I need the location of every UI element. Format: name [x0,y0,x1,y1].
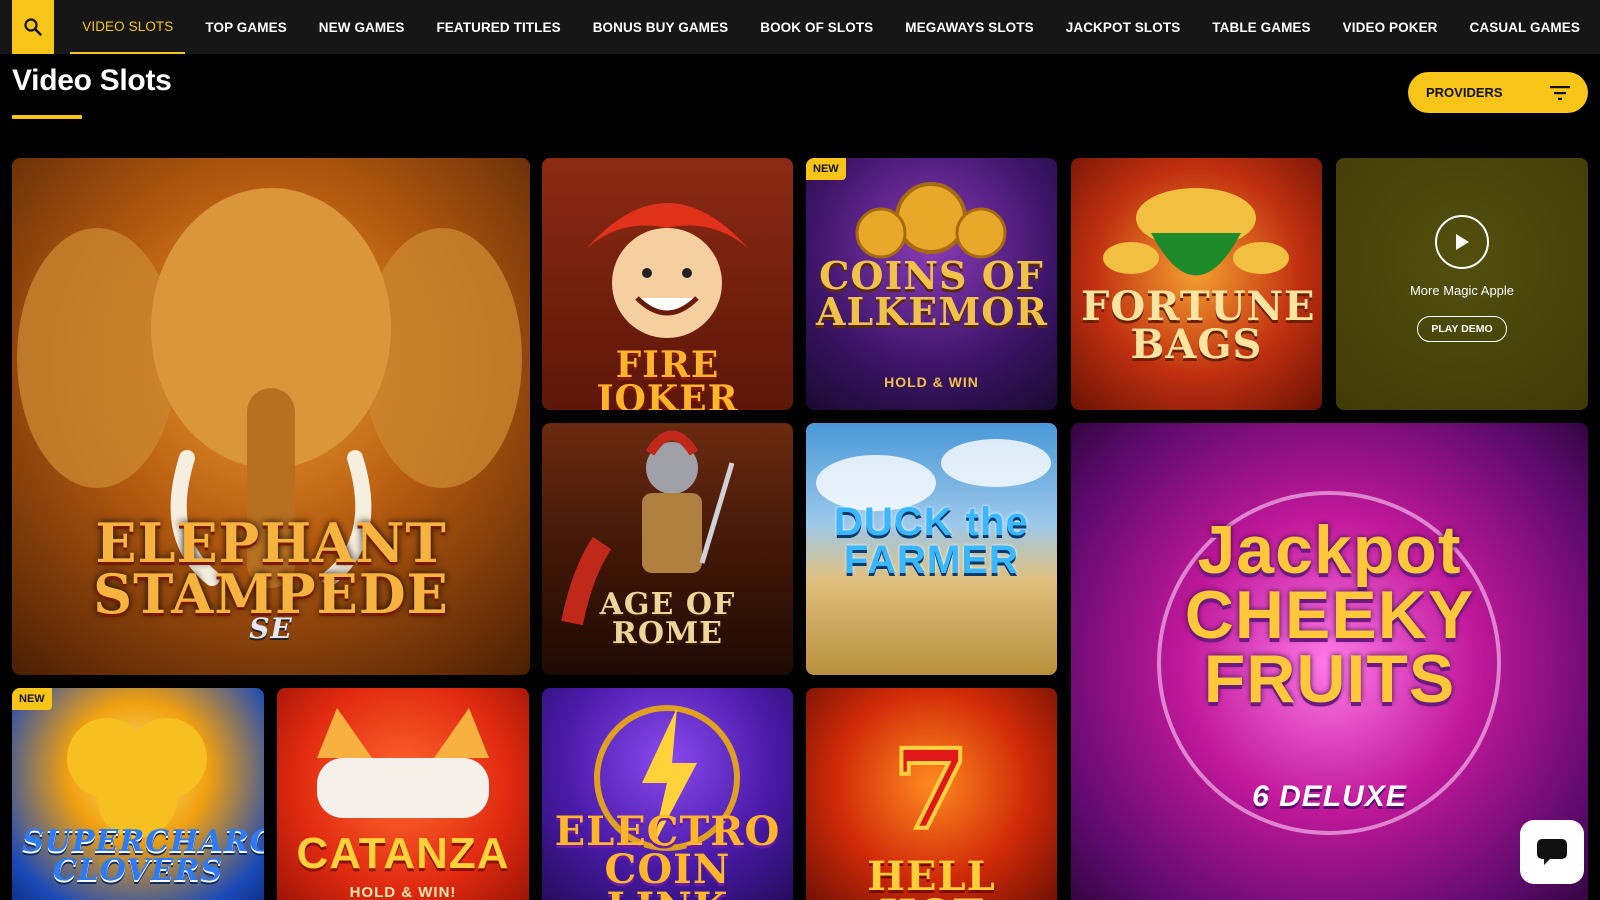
game-tile-hell-hot[interactable]: 7 HELL HOT [806,688,1057,900]
game-tile-age-of-rome[interactable]: AGE OF ROME [542,423,793,675]
game-tile-duck-the-farmer[interactable]: DUCK the FARMER [806,423,1057,675]
game-title: ELEPHANT STAMPEDE [93,511,449,627]
category-nav: VIDEO SLOTS TOP GAMES NEW GAMES FEATURED… [70,0,1600,54]
game-subtitle: HOLD & WIN [884,374,979,390]
game-tile-cheeky-fruits[interactable]: Jackpot CHEEKY FRUITS 6 DELUXE [1071,423,1588,900]
title-underline [12,115,82,119]
game-title: HELL HOT [867,853,996,900]
game-title: FORTUNE BAGS [1081,283,1316,368]
game-title: ELECTRO COIN LINK [554,808,781,900]
chat-button[interactable] [1520,820,1584,884]
search-icon [24,18,42,36]
nav-featured-titles[interactable]: FEATURED TITLES [424,0,572,54]
providers-label: PROVIDERS [1426,85,1503,100]
game-tile-coins-of-alkemor[interactable]: COINS OF ALKEMOR HOLD & WIN NEW [806,158,1057,410]
game-tile-fire-joker[interactable]: FIRE JOKER [542,158,793,410]
nav-bonus-buy-games[interactable]: BONUS BUY GAMES [581,0,741,54]
providers-button[interactable]: PROVIDERS [1408,72,1588,113]
play-icon [1456,233,1469,250]
play-button[interactable] [1435,214,1489,269]
nav-top-games[interactable]: TOP GAMES [193,0,298,54]
search-button[interactable] [12,0,55,54]
nav-megaways-slots[interactable]: MEGAWAYS SLOTS [893,0,1045,54]
game-title: Jackpot CHEEKY FRUITS [1184,512,1475,718]
nav-video-poker[interactable]: VIDEO POKER [1331,0,1450,54]
play-demo-button[interactable]: PLAY DEMO [1417,315,1507,342]
nav-new-games[interactable]: NEW GAMES [307,0,417,54]
new-badge: NEW [806,158,846,180]
game-tile-catanza[interactable]: CATANZA HOLD & WIN! [277,688,529,900]
chat-icon [1537,839,1567,865]
svg-text:7: 7 [893,725,970,854]
game-title: DUCK the FARMER [834,500,1029,582]
game-name: More Magic Apple [1409,282,1515,298]
page-title: Video Slots [12,64,172,97]
nav-video-slots[interactable]: VIDEO SLOTS [70,0,186,54]
game-tile-supercharged-clovers[interactable]: SUPERCHARGED CLOVERS NEW [12,688,264,900]
nav-casual-games[interactable]: CASUAL GAMES [1458,0,1592,54]
game-subtitle: 6 DELUXE [1252,780,1407,813]
game-title: CATANZA [296,829,510,878]
hover-overlay: More Magic Apple PLAY DEMO [1336,158,1588,410]
filter-icon [1550,85,1570,100]
nav-table-games[interactable]: TABLE GAMES [1200,0,1322,54]
game-subtitle: SE [249,612,293,645]
game-title: FIRE JOKER [596,344,739,410]
top-nav: VIDEO SLOTS TOP GAMES NEW GAMES FEATURED… [0,0,1600,54]
game-tile-electro-coin-link[interactable]: ELECTRO COIN LINK [542,688,793,900]
nav-jackpot-slots[interactable]: JACKPOT SLOTS [1054,0,1193,54]
game-subtitle: HOLD & WIN! [349,884,457,900]
game-title: COINS OF ALKEMOR [816,253,1048,335]
game-tile-elephant-stampede[interactable]: ELEPHANT STAMPEDE SE [12,158,530,675]
game-title: SUPERCHARGED CLOVERS [22,824,264,888]
new-badge: NEW [12,688,52,710]
game-title: AGE OF ROME [599,587,736,651]
nav-book-of-slots[interactable]: BOOK OF SLOTS [748,0,885,54]
game-tile-more-magic-apple[interactable]: More Magic Apple PLAY DEMO [1336,158,1588,410]
game-tile-fortune-bags[interactable]: FORTUNE BAGS [1071,158,1322,410]
